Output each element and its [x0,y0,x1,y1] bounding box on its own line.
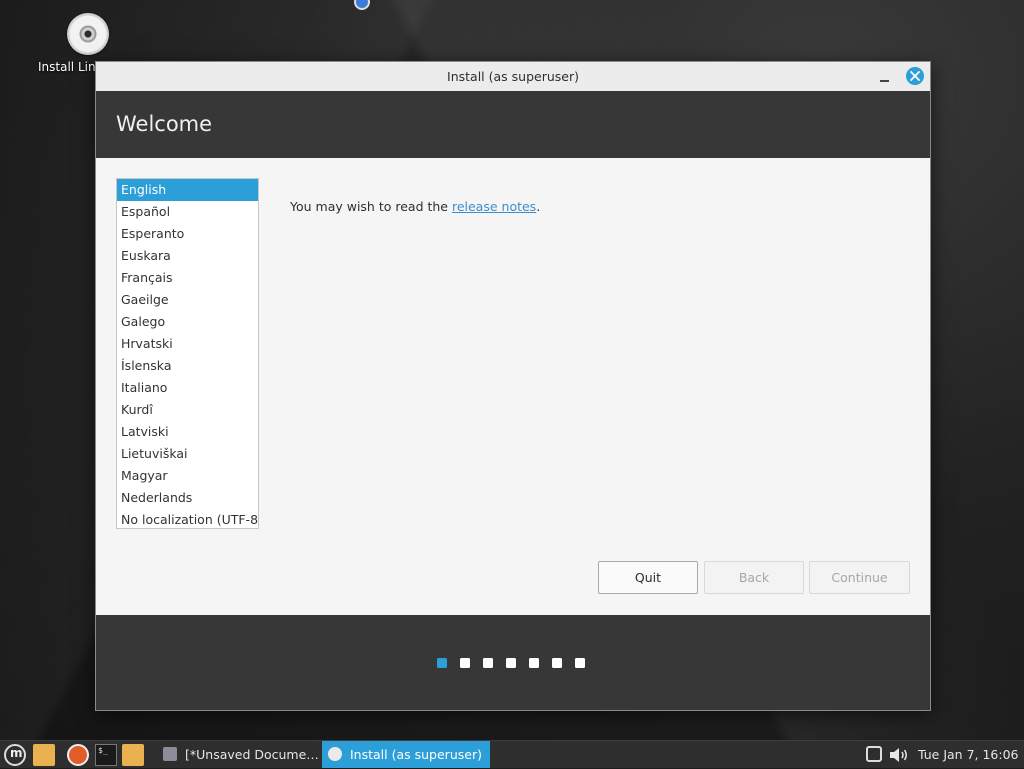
network-icon[interactable] [866,746,882,762]
release-notes-prefix: You may wish to read the [290,199,452,214]
step-dot [529,658,539,668]
language-item[interactable]: Kurdî [117,399,258,421]
language-item[interactable]: Galego [117,311,258,333]
file-manager-icon[interactable] [33,744,55,766]
language-item[interactable]: Íslenska [117,355,258,377]
page-title: Welcome [116,112,213,136]
cd-icon [67,13,109,55]
release-notes-suffix: . [536,199,541,214]
task-label: Install (as superuser) [350,747,482,762]
menu-logo-icon[interactable] [4,744,26,766]
step-dot [437,658,447,668]
installer-window: Install (as superuser) Welcome English Es… [95,61,931,711]
release-notes-text: You may wish to read the release notes. [290,199,540,214]
language-list[interactable]: English Español Esperanto Euskara Français Ga… [116,178,259,529]
language-item[interactable]: English [117,179,258,201]
task-unsaved-document[interactable]: [*Unsaved Docume… [157,741,322,768]
terminal-icon[interactable] [95,744,117,766]
text-editor-icon [163,747,177,761]
desktop-orb-icon [354,0,370,10]
page-footer [96,615,930,710]
task-installer[interactable]: Install (as superuser) [322,741,490,768]
step-dot [460,658,470,668]
back-button[interactable]: Back [704,561,804,594]
browser-icon[interactable] [67,744,89,766]
installer-icon [328,747,342,761]
language-item[interactable]: Latviski [117,421,258,443]
language-item[interactable]: Español [117,201,258,223]
close-button[interactable] [906,67,924,85]
close-icon [910,71,920,81]
language-item[interactable]: Euskara [117,245,258,267]
page-header: Welcome [96,91,930,158]
language-item[interactable]: Lietuviškai [117,443,258,465]
release-notes-link[interactable]: release notes [452,199,536,214]
language-item[interactable]: Magyar [117,465,258,487]
step-dot [575,658,585,668]
continue-button[interactable]: Continue [809,561,910,594]
taskbar: [*Unsaved Docume… Install (as superuser)… [0,740,1024,768]
language-item[interactable]: Italiano [117,377,258,399]
language-item[interactable]: Hrvatski [117,333,258,355]
language-item[interactable]: Nederlands [117,487,258,509]
step-dot [552,658,562,668]
clock[interactable]: Tue Jan 7, 16:06 [918,741,1019,768]
step-dot [483,658,493,668]
language-item[interactable]: No localization (UTF-8) [117,509,258,528]
language-item[interactable]: Esperanto [117,223,258,245]
language-item[interactable]: Français [117,267,258,289]
window-title: Install (as superuser) [447,69,579,84]
task-label: [*Unsaved Docume… [185,747,319,762]
step-dot [506,658,516,668]
language-item[interactable]: Gaeilge [117,289,258,311]
minimize-button[interactable] [876,68,894,86]
page-content: English Español Esperanto Euskara Français Ga… [96,158,930,615]
install-desktop-icon-label: Install Lin [38,60,96,74]
volume-icon[interactable] [888,745,910,765]
folder-icon[interactable] [122,744,144,766]
quit-button[interactable]: Quit [598,561,698,594]
window-titlebar[interactable]: Install (as superuser) [96,62,930,92]
